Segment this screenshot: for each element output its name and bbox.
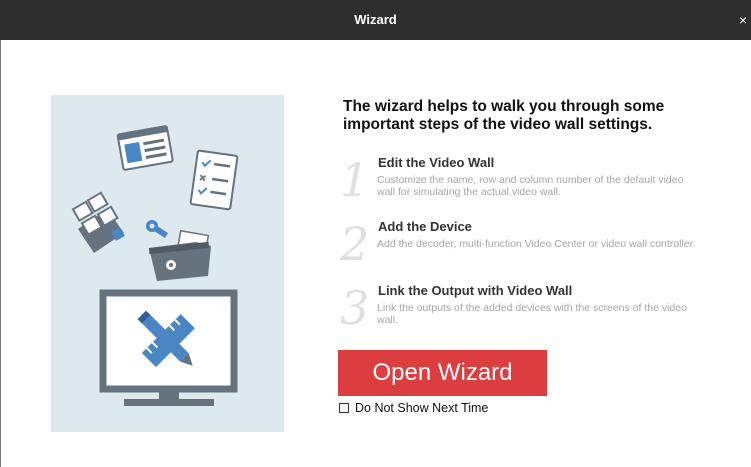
monitor-pencil-ruler-icon	[99, 289, 238, 406]
step-number: 2	[340, 217, 370, 271]
do-not-show-label[interactable]: Do Not Show Next Time	[355, 401, 488, 415]
step-number: 3	[340, 281, 370, 335]
do-not-show-checkbox[interactable]	[339, 403, 349, 413]
title-bar: Wizard ×	[0, 0, 751, 40]
step-title: Add the Device	[378, 219, 472, 234]
checklist-icon	[189, 149, 239, 211]
step-description: Customize the name, row and column numbe…	[377, 174, 684, 198]
step-title: Edit the Video Wall	[378, 155, 495, 170]
wizard-illustration	[51, 95, 284, 432]
window-border	[0, 40, 1, 467]
window-card-icon	[116, 125, 174, 171]
open-wizard-button[interactable]: Open Wizard	[338, 350, 547, 396]
step-title: Link the Output with Video Wall	[378, 283, 573, 298]
step-description: Add the decoder, multi-function Video Ce…	[377, 238, 696, 250]
step-description: Link the outputs of the added devices wi…	[377, 302, 687, 326]
wizard-heading: The wizard helps to walk you through som…	[343, 98, 665, 133]
window-title: Wizard	[354, 12, 397, 27]
close-icon[interactable]: ×	[739, 0, 751, 40]
do-not-show-option[interactable]: Do Not Show Next Time	[339, 401, 488, 415]
step-number: 1	[340, 153, 370, 207]
